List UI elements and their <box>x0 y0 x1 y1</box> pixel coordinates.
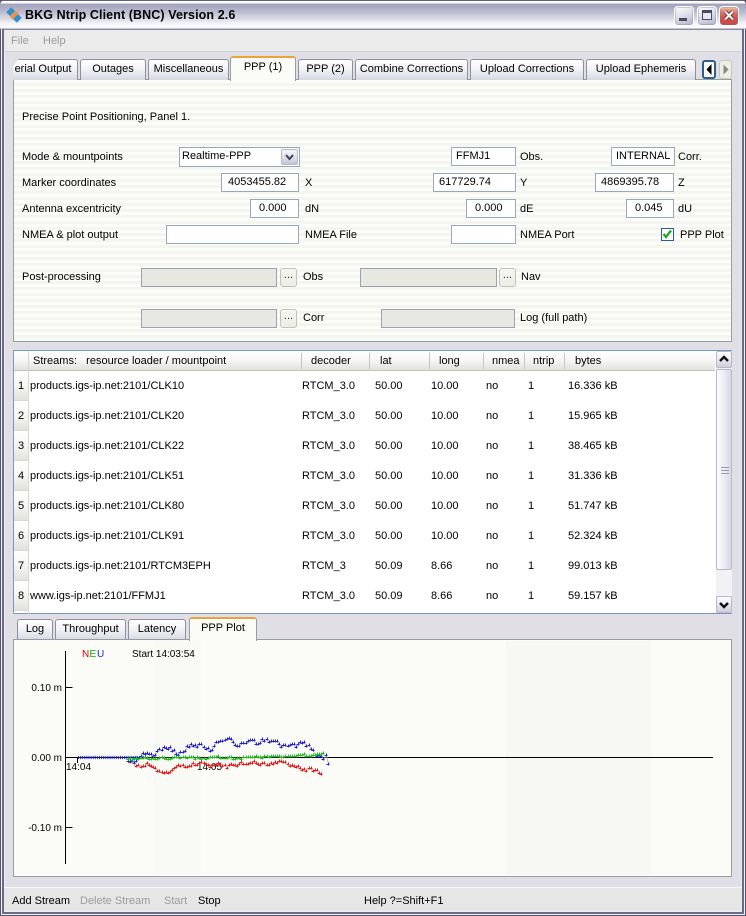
svg-text:U: U <box>97 649 104 660</box>
svg-text:N: N <box>82 649 89 660</box>
svg-text:-0.10 m: -0.10 m <box>28 823 62 834</box>
svg-text:14:04: 14:04 <box>66 762 91 773</box>
svg-text:Start 14:03:54: Start 14:03:54 <box>132 649 195 660</box>
svg-text:E: E <box>90 649 97 660</box>
svg-text:0.10 m: 0.10 m <box>31 683 62 694</box>
svg-text:0.00 m: 0.00 m <box>31 753 62 764</box>
